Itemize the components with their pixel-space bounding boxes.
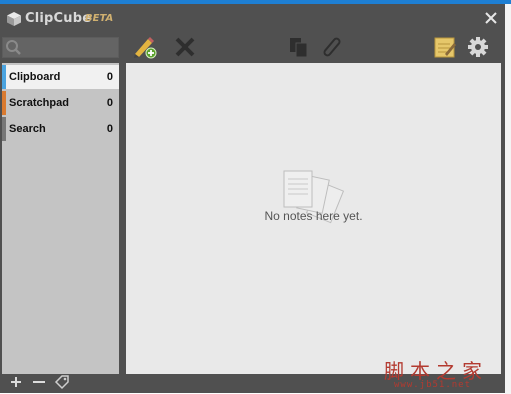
delete-icon[interactable] [173,36,197,58]
search-icon [6,40,21,55]
app-title: ClipCube [25,11,92,26]
sidebar-item-search[interactable]: Search 0 [2,117,119,141]
app-window: ClipCube BETA Clipboard 0 Scratchpad 0 S… [0,4,505,393]
search-input[interactable] [23,39,116,56]
gear-icon[interactable] [467,36,489,58]
tag-icon[interactable] [54,374,70,390]
clipboard-color-bar [2,65,6,89]
close-icon[interactable] [483,10,499,26]
watermark-url: www.jb51.net [394,380,472,390]
sidebar: Clipboard 0 Scratchpad 0 Search 0 [2,63,119,374]
empty-notes-icon [283,170,345,224]
add-icon[interactable] [10,376,22,388]
sidebar-item-label: Scratchpad [9,97,69,109]
sidebar-item-scratchpad[interactable]: Scratchpad 0 [2,91,119,115]
sidebar-item-count: 0 [106,71,113,83]
empty-notes-message: No notes here yet. [264,209,363,223]
sidebar-item-label: Search [9,123,46,135]
new-note-icon[interactable] [132,35,158,59]
title-bar[interactable]: ClipCube BETA [0,4,505,34]
search-box[interactable] [2,37,119,58]
notepad-icon[interactable] [433,35,457,59]
sidebar-item-count: 0 [106,97,113,109]
notes-pane: No notes here yet. [126,63,501,374]
window-right-edge [505,4,511,394]
scratchpad-color-bar [2,91,6,115]
sidebar-item-count: 0 [106,123,113,135]
beta-badge: BETA [85,13,114,24]
cube-logo-icon [7,12,21,26]
search-color-bar [2,117,6,141]
copy-icon[interactable] [287,35,311,59]
sidebar-item-label: Clipboard [9,71,61,83]
remove-icon[interactable] [32,376,46,388]
attach-icon[interactable] [320,35,344,59]
sidebar-item-clipboard[interactable]: Clipboard 0 [2,65,119,89]
